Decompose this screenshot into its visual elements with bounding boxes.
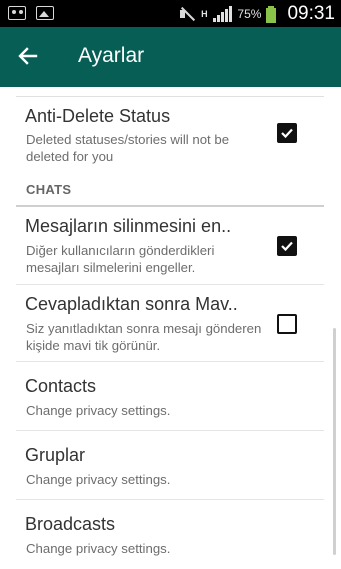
section-header-chats: CHATS: [26, 182, 72, 197]
contacts-item[interactable]: Contacts Change privacy settings.: [0, 362, 341, 431]
page-title: Ayarlar: [78, 44, 145, 67]
anti-delete-status-checkbox[interactable]: [277, 123, 297, 143]
anti-delete-messages-item[interactable]: Mesajların silinmesini en.. Diğer kullan…: [0, 207, 341, 285]
gallery-icon: [36, 6, 54, 20]
blue-tick-after-reply-checkbox[interactable]: [277, 314, 297, 334]
item-summary: Change privacy settings.: [26, 472, 171, 487]
item-title: Anti-Delete Status: [25, 106, 171, 126]
status-bar: H 75% 09:31: [0, 0, 341, 27]
groups-item[interactable]: Gruplar Change privacy settings.: [0, 431, 341, 500]
scrollbar[interactable]: [333, 328, 336, 555]
item-title: Gruplar: [25, 445, 86, 465]
item-summary: Deleted statuses/stories will not be del…: [26, 132, 230, 164]
clock: 09:31: [287, 3, 335, 24]
item-title: Cevapladıktan sonra Mav..: [25, 294, 238, 314]
item-title: Broadcasts: [25, 514, 116, 534]
battery-percent: 75%: [237, 7, 262, 21]
signal-icon: [213, 6, 233, 22]
settings-list[interactable]: Anti-Delete Status Deleted statuses/stor…: [0, 87, 341, 569]
arrow-left-icon[interactable]: [14, 42, 42, 70]
notification-dots-icon: [8, 6, 26, 20]
item-summary: Siz yanıtladıktan sonra mesajı gönderen …: [26, 321, 262, 353]
broadcasts-item[interactable]: Broadcasts Change privacy settings.: [0, 500, 341, 569]
blue-tick-after-reply-item[interactable]: Cevapladıktan sonra Mav.. Siz yanıtladık…: [0, 285, 341, 362]
mute-icon: [179, 6, 195, 22]
item-title: Contacts: [25, 376, 97, 396]
battery-icon: [266, 5, 277, 23]
app-bar: Ayarlar: [0, 27, 341, 87]
item-summary: Change privacy settings.: [26, 403, 171, 418]
network-type: H: [201, 8, 208, 19]
item-title: Mesajların silinmesini en..: [25, 216, 232, 236]
item-summary: Diğer kullanıcıların gönderdikleri mesaj…: [26, 243, 215, 275]
anti-delete-status-item[interactable]: Anti-Delete Status Deleted statuses/stor…: [0, 97, 341, 177]
item-summary: Change privacy settings.: [26, 541, 171, 556]
anti-delete-messages-checkbox[interactable]: [277, 236, 297, 256]
